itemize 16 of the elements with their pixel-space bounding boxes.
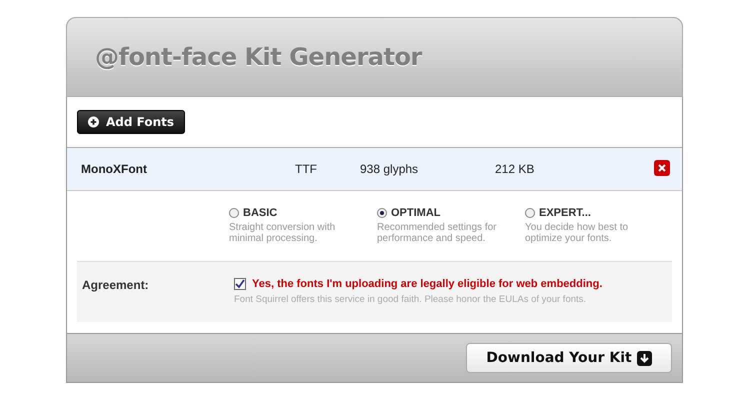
mode-label[interactable]: EXPERT... (539, 207, 591, 219)
mode-description: You decide how best to optimize your fonts. (525, 222, 630, 244)
page-title: @font-face Kit Generator (95, 43, 422, 71)
agreement-statement: Yes, the fonts I'm uploading are legally eligible for web embedding. (252, 278, 602, 290)
agreement-label: Agreement: (81, 278, 150, 294)
download-button[interactable]: Download Your Kit (466, 343, 672, 373)
mode-label[interactable]: OPTIMAL (391, 207, 440, 219)
font-format: TTF (295, 162, 318, 176)
font-name: MonoXFont (80, 162, 148, 176)
mode-description: Recommended settings for performance and speed. (377, 222, 498, 244)
agreement-note: Font Squirrel offers this service in good faith. Please honor the EULAs of your fonts. (234, 294, 588, 305)
glyph-count: 938 glyphs (360, 162, 420, 176)
mode-label[interactable]: BASIC (243, 207, 278, 219)
mode-description: Straight conversion with minimal processing. (229, 222, 336, 244)
add-fonts-button[interactable]: Add Fonts (77, 110, 185, 134)
file-size: 212 KB (495, 162, 536, 176)
